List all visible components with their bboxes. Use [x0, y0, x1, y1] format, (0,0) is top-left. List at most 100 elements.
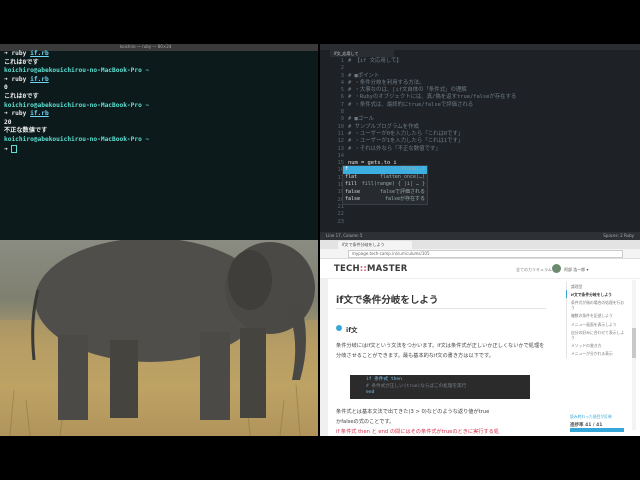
top-black-bar: [0, 0, 640, 44]
toc-item[interactable]: メニュー画面を表示しよう: [566, 320, 626, 329]
section-heading: if文: [346, 326, 358, 334]
user-menu[interactable]: 阿部 浩一郎 ▾: [564, 267, 589, 273]
terminal-line: koichiro@abekouichirou-no-MacBook-Pro ~: [4, 102, 314, 111]
toc-item[interactable]: 条件式が偽の場合の処理を行おう: [566, 298, 626, 312]
line-text: # 【if 文応用して】: [348, 58, 402, 64]
toc-item[interactable]: 自分の好みに合わせて表示しよう: [566, 328, 626, 342]
toc-item[interactable]: 複数の条件を記述しよう: [566, 311, 626, 321]
left-margin: [320, 279, 328, 436]
line-number: 21: [337, 203, 345, 210]
terminal-cursor: [11, 144, 18, 153]
terminal-line: これは0です: [4, 59, 314, 68]
editor-line: 23: [330, 219, 516, 226]
line-number: 10: [337, 123, 345, 130]
terminal-line: ➜ ruby if.rb: [4, 50, 314, 59]
prompt-text: koichiro@abekouichirou-no-MacBook-Pro ~: [4, 67, 150, 75]
output-text: 20: [4, 118, 12, 126]
output-text: 0: [4, 84, 8, 92]
bullet-icon: [336, 325, 342, 331]
command-text: ruby: [11, 75, 31, 83]
toc-item[interactable]: if文で条件分岐をしよう: [566, 290, 626, 299]
terminal-line: ➜ ruby if.rb: [4, 76, 314, 85]
output-text: これは0です: [4, 92, 39, 100]
line-number: 8: [340, 109, 344, 116]
autocomplete-hint: falseが存在する: [384, 196, 425, 203]
editor-tab[interactable]: if文_応用して: [330, 50, 394, 57]
all-curriculum-link[interactable]: 全てのカリキュラム: [516, 267, 552, 273]
line-number: 23: [337, 218, 345, 225]
logo-accent: ::: [359, 264, 367, 274]
editor-line: 13 # ・それ以外なら「不正な数値です」: [330, 146, 516, 153]
editor-line: 3 # ■ポイント: [330, 73, 516, 80]
terminal-line: ➜ ruby if.rb: [4, 110, 314, 119]
terminal-title: koichiro — ruby — 80×24: [120, 44, 172, 49]
autocomplete-popup[interactable]: f flunk(…) flat flatten_once(…) fill fill(ran…: [342, 165, 428, 205]
code-sample: if 条件式 then # 条件式が正しい(true)ならばこの処理を実行 en…: [350, 375, 530, 399]
line-text: # サンプルプログラムを作成: [348, 123, 419, 130]
prompt-text: koichiro@abekouichirou-no-MacBook-Pro ~: [4, 135, 150, 143]
line-number: 22: [337, 211, 345, 218]
scrollbar-thumb[interactable]: [632, 328, 636, 358]
terminal-line: koichiro@abekouichirou-no-MacBook-Pro ~: [4, 136, 314, 145]
line-number: 9: [340, 116, 344, 123]
logo-text-master: MASTER: [366, 264, 408, 274]
paragraph: 条件分岐にはif文という文法をつかいます。if文は条件式が正しいか正しくないかで…: [336, 343, 545, 359]
browser-tab[interactable]: if文で条件分岐をしよう: [338, 241, 412, 249]
terminal-output[interactable]: ➜ ruby if.rb これは0です koichiro@abekouichirou…: [4, 50, 314, 153]
elephant-illustration: [0, 240, 318, 436]
line-number: 1: [340, 58, 344, 64]
table-of-contents: 論理型 if文で条件分岐をしよう 条件式が偽の場合の処理を行おう 複数の条件を記述しよ…: [566, 282, 626, 412]
avatar[interactable]: [552, 264, 561, 273]
line-number: 6: [340, 94, 344, 101]
line-number: 7: [340, 101, 344, 108]
toc-item[interactable]: メソッドの書き方: [566, 341, 626, 350]
address-bar[interactable]: mypage.tech-camp.in/curriculums/105: [348, 250, 623, 258]
paragraph-2-line-2: かfalseの式のことです。: [336, 419, 395, 425]
desktop-wallpaper: [0, 240, 318, 436]
status-language[interactable]: Spaces: 2 Ruby: [603, 232, 634, 240]
code-line: end: [366, 390, 375, 395]
line-number: 13: [337, 145, 345, 152]
line-number: 2: [340, 65, 344, 72]
line-number: 3: [340, 72, 344, 79]
code-editor-window[interactable]: if文_応用して 1 # 【if 文応用して】 2 3 # ■ポイント 4 # ・条件分岐を…: [320, 44, 640, 240]
autocomplete-item[interactable]: flat flatten_once(…): [343, 174, 427, 182]
autocomplete-item[interactable]: false falseが存在する: [343, 196, 427, 204]
autocomplete-label: f: [345, 166, 349, 172]
line-number: 14: [337, 152, 345, 159]
line-number: 5: [340, 87, 344, 94]
autocomplete-item[interactable]: f flunk(…): [343, 166, 427, 174]
paragraph-2-line-1: 条件式とは基本文法で出てきた(3 > 0)などのような返り値がtrue: [336, 409, 490, 415]
line-text: # ■ポイント: [348, 72, 380, 79]
autocomplete-item[interactable]: fill fill(range) { |i| … }: [343, 181, 427, 189]
editor-line: 1 # 【if 文応用して】: [330, 58, 516, 65]
editor-status-bar: Line 17, Column 5 Spaces: 2 Ruby: [320, 232, 640, 240]
autocomplete-label: fill: [345, 181, 358, 188]
line-text: # ・ユーザーが1を入力したら「これは1です」: [348, 138, 464, 145]
toc-item[interactable]: 論理型: [566, 282, 626, 291]
bottom-black-bar: [0, 436, 640, 480]
terminal-line: 不正な数値です: [4, 127, 314, 136]
autocomplete-hint: flatten_once(…): [379, 173, 425, 180]
line-text: # ・Rubyのオブジェクトには、真/偽を返すtrue/falseが存在する: [348, 94, 517, 101]
command-argument: if.rb: [30, 50, 49, 57]
browser-window[interactable]: if文で条件分岐をしよう mypage.tech-camp.in/curricu…: [320, 240, 640, 436]
line-text: # ・それ以外なら「不正な数値です」: [348, 145, 441, 152]
progress-note[interactable]: 読み終わった項目が反映: [570, 414, 612, 420]
line-number: 11: [337, 130, 345, 137]
toc-item[interactable]: メニューが分かれる表示: [566, 349, 626, 359]
prompt-text: koichiro@abekouichirou-no-MacBook-Pro ~: [4, 101, 150, 109]
paragraph-2-line-3: if 条件式 then と end の間にはその条件式がtrueのときに実行する…: [336, 429, 500, 435]
terminal-window[interactable]: koichiro — ruby — 80×24 ➜ ruby if.rb これは0…: [0, 44, 318, 240]
title-divider: [336, 308, 546, 309]
logo-text-tech: TECH: [334, 264, 360, 274]
editor-line: 7 # ・条件式は、最終的にtrue/falseで評価される: [330, 102, 516, 109]
command-argument: if.rb: [30, 110, 49, 118]
autocomplete-label: flat: [345, 173, 358, 180]
site-logo[interactable]: TECH::MASTER: [334, 264, 407, 274]
line-number: 4: [340, 79, 344, 86]
terminal-line: koichiro@abekouichirou-no-MacBook-Pro ~: [4, 67, 314, 76]
terminal-line: これは0です: [4, 93, 314, 102]
page-title: if文で条件分岐をしよう: [336, 295, 439, 306]
autocomplete-hint: fill(range) { |i| … }: [361, 181, 425, 188]
